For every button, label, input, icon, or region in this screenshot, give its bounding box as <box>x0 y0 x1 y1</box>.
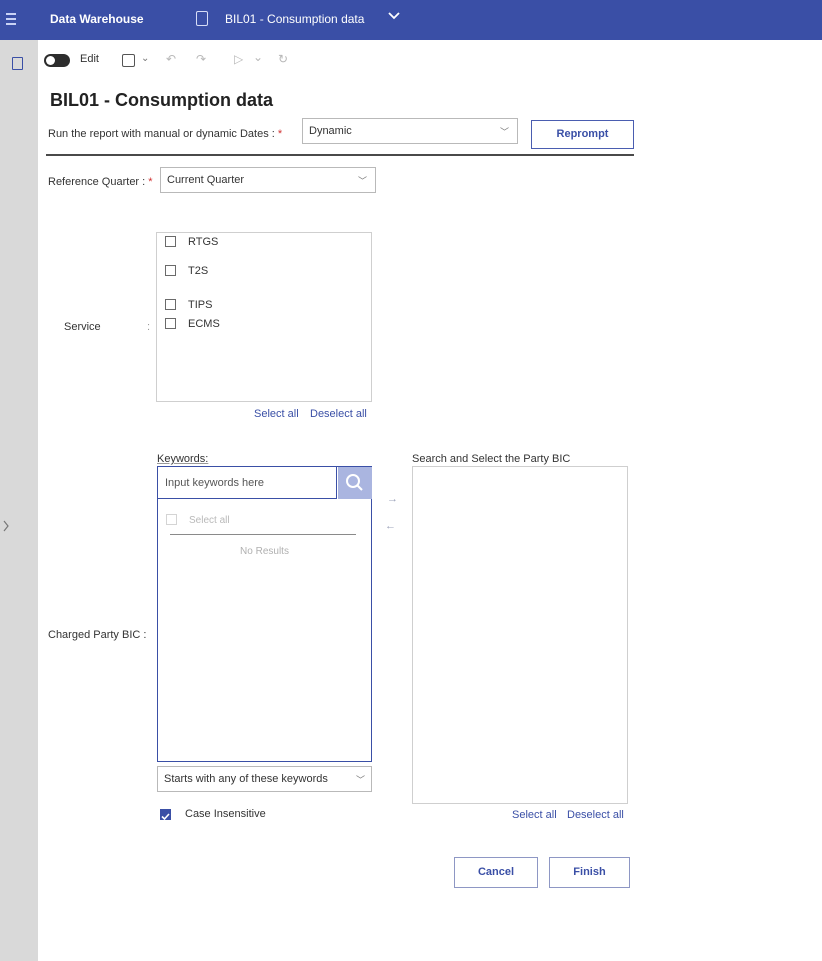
chevron-down-icon[interactable] <box>386 8 402 24</box>
hamburger-menu-icon[interactable] <box>6 13 16 25</box>
checkbox[interactable] <box>166 514 177 525</box>
service-list: RTGS T2S TIPS ECMS <box>156 232 372 402</box>
run-icon[interactable]: ▷ <box>234 52 243 66</box>
checkbox[interactable] <box>165 236 176 247</box>
reprompt-button[interactable]: Reprompt <box>531 120 634 149</box>
edit-toggle[interactable] <box>44 54 70 67</box>
service-select-all-link[interactable]: Select all <box>254 408 299 420</box>
search-icon <box>346 474 363 491</box>
divider <box>170 534 356 535</box>
finish-button[interactable]: Finish <box>549 857 630 888</box>
required-mark: * <box>277 128 283 140</box>
add-arrow-icon[interactable]: → <box>387 493 398 505</box>
report-tab-title[interactable]: BIL01 - Consumption data <box>225 12 364 26</box>
case-insensitive-checkbox[interactable] <box>160 809 171 821</box>
cancel-button[interactable]: Cancel <box>454 857 538 888</box>
dates-prompt-label: Run the report with manual or dynamic Da… <box>48 128 283 140</box>
case-insensitive-label[interactable]: Case Insensitive <box>185 808 266 820</box>
checkbox[interactable] <box>165 318 176 329</box>
top-bar: Data Warehouse BIL01 - Consumption data <box>0 0 822 40</box>
service-colon: : <box>147 321 151 333</box>
left-rail <box>0 40 38 961</box>
reference-quarter-select[interactable]: Current Quarter ﹀ <box>160 167 376 193</box>
chevron-down-icon: ﹀ <box>357 176 367 186</box>
service-option-t2s[interactable]: T2S <box>165 265 208 277</box>
divider <box>46 154 634 156</box>
party-bic-selected-list[interactable] <box>412 466 628 804</box>
party-bic-select-all-link[interactable]: Select all <box>512 809 557 821</box>
quarter-prompt-label: Reference Quarter : * <box>48 176 153 188</box>
checkmark-icon <box>161 813 170 821</box>
undo-icon[interactable]: ↶ <box>166 52 176 66</box>
results-select-all[interactable]: Select all <box>166 514 230 526</box>
page-title: BIL01 - Consumption data <box>50 90 274 110</box>
redo-icon[interactable]: ↷ <box>196 52 206 66</box>
edit-label[interactable]: Edit <box>80 53 99 65</box>
service-option-tips[interactable]: TIPS <box>165 299 212 311</box>
toolbar: Edit ⌄ ↶ ↷ ▷ ⌄ ↻ <box>38 40 822 82</box>
chevron-down-icon[interactable]: ⌄ <box>253 50 263 64</box>
chevron-down-icon: ﹀ <box>355 775 365 785</box>
match-mode-select[interactable]: Starts with any of these keywords ﹀ <box>157 766 372 792</box>
dates-mode-select[interactable]: Dynamic ﹀ <box>302 118 518 144</box>
chevron-down-icon[interactable]: ⌄ <box>141 53 149 64</box>
party-bic-deselect-all-link[interactable]: Deselect all <box>567 809 624 821</box>
search-button[interactable] <box>338 467 372 499</box>
save-icon[interactable] <box>122 54 135 67</box>
service-option-rtgs[interactable]: RTGS <box>165 236 218 248</box>
service-label: Service <box>64 321 101 333</box>
party-bic-target-label: Search and Select the Party BIC <box>412 453 571 465</box>
checkbox[interactable] <box>165 299 176 310</box>
match-mode-value: Starts with any of these keywords <box>164 773 328 785</box>
report-icon <box>196 11 208 26</box>
refresh-icon[interactable]: ↻ <box>278 52 288 66</box>
service-option-ecms[interactable]: ECMS <box>165 318 220 330</box>
checkbox[interactable] <box>165 265 176 276</box>
service-deselect-all-link[interactable]: Deselect all <box>310 408 367 420</box>
keywords-input[interactable] <box>158 467 337 499</box>
keyword-search-panel: Select all No Results <box>157 466 372 762</box>
charged-party-bic-label: Charged Party BIC : <box>48 629 147 641</box>
keywords-label: Keywords: <box>157 453 209 465</box>
chevron-down-icon: ﹀ <box>499 127 509 137</box>
report-icon[interactable] <box>12 57 23 70</box>
app-name[interactable]: Data Warehouse <box>50 12 144 26</box>
dates-mode-value: Dynamic <box>309 125 352 137</box>
required-mark: * <box>148 176 153 188</box>
reference-quarter-value: Current Quarter <box>167 174 245 186</box>
remove-arrow-icon[interactable]: ← <box>385 520 396 532</box>
no-results-text: No Results <box>240 546 289 557</box>
collapse-handle-icon[interactable] <box>2 520 10 532</box>
